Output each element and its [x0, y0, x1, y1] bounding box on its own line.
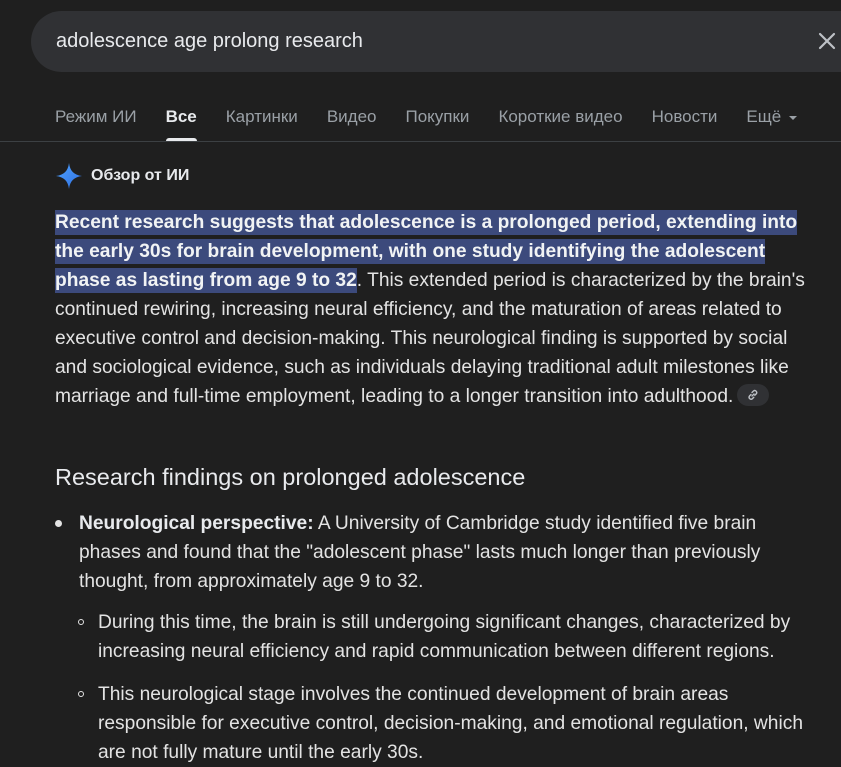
tab-images[interactable]: Картинки — [226, 107, 298, 143]
ai-overview-header: Обзор от ИИ — [55, 161, 189, 191]
tabs-divider — [0, 141, 841, 142]
tab-ai-mode[interactable]: Режим ИИ — [55, 107, 137, 143]
sub-list-item: This neurological stage involves the con… — [98, 684, 803, 763]
bullet-marker — [55, 520, 62, 527]
tab-more-label: Ещё — [746, 107, 782, 126]
section-heading: Research findings on prolonged adolescen… — [55, 464, 526, 490]
search-tabs: Режим ИИ Все Картинки Видео Покупки Коро… — [55, 107, 826, 143]
tab-video[interactable]: Видео — [327, 107, 377, 143]
chevron-down-icon — [789, 115, 798, 120]
close-icon[interactable] — [817, 31, 837, 51]
tab-short-videos[interactable]: Короткие видео — [498, 107, 622, 143]
tab-more[interactable]: Ещё — [746, 107, 798, 143]
ai-overview-summary: Recent research suggests that adolescenc… — [55, 208, 815, 411]
tab-all[interactable]: Все — [165, 107, 197, 143]
search-bar[interactable]: adolescence age prolong research — [31, 11, 841, 72]
tab-news[interactable]: Новости — [652, 107, 718, 143]
list-item: Neurological perspective: A University o… — [79, 509, 799, 596]
ai-sparkle-icon — [56, 163, 82, 189]
ai-overview-title: Обзор от ИИ — [91, 167, 190, 184]
bullet-label: Neurological perspective: — [79, 513, 314, 534]
sub-bullet-marker — [78, 691, 84, 697]
tab-shopping[interactable]: Покупки — [405, 107, 469, 143]
sub-list-item: During this time, the brain is still und… — [98, 612, 791, 662]
sub-bullet-marker — [78, 619, 84, 625]
link-icon — [748, 389, 758, 400]
search-input[interactable]: adolescence age prolong research — [56, 30, 363, 53]
source-link-chip[interactable] — [737, 383, 770, 406]
